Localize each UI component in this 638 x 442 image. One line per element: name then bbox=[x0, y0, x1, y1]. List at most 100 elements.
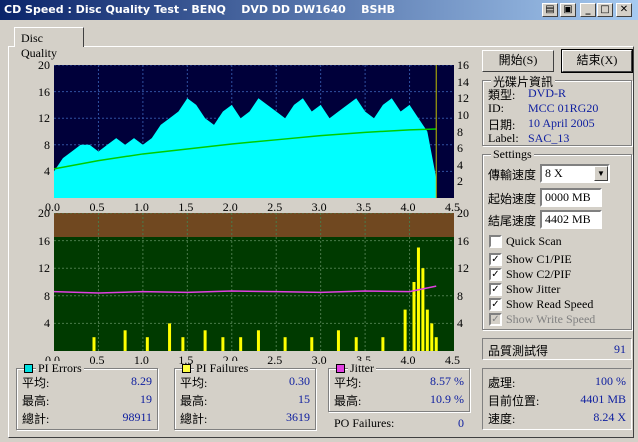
y2-tick-label: 12 bbox=[457, 91, 469, 106]
pi-errors-max-label: 最高: bbox=[22, 394, 50, 408]
speed-label: 傳輸速度 bbox=[488, 168, 537, 182]
pi-errors-plot bbox=[53, 64, 454, 198]
pi-failure-bar bbox=[123, 330, 127, 351]
position-label: 目前位置: bbox=[488, 394, 540, 408]
app-window: CD Speed : Disc Quality Test - BENQ DVD … bbox=[0, 0, 638, 442]
process-label: 處理: bbox=[488, 376, 516, 390]
settings-title: Settings bbox=[491, 147, 534, 162]
pi-failure-bar bbox=[310, 337, 314, 351]
y2-tick-label: 12 bbox=[457, 261, 469, 276]
x-tick-label: 4.5 bbox=[445, 353, 460, 367]
date-value: 10 April 2005 bbox=[528, 116, 595, 130]
start-speed-input[interactable]: 0000 MB bbox=[540, 188, 602, 207]
pi-failure-bar bbox=[434, 337, 438, 351]
save-icon[interactable]: ▣ bbox=[560, 3, 576, 17]
copy-icon[interactable]: ▤ bbox=[542, 3, 558, 17]
type-value: DVD-R bbox=[528, 86, 566, 100]
y-tick-label: 8 bbox=[44, 137, 50, 152]
end-speed-label: 結尾速度 bbox=[488, 214, 537, 228]
show-read-checkbox[interactable]: ✓ bbox=[489, 298, 502, 311]
stop-button[interactable]: 結束(X) bbox=[561, 49, 633, 73]
start-speed-label: 起始速度 bbox=[488, 192, 537, 206]
tab-disc-quality[interactable]: Disc Quality bbox=[14, 27, 84, 60]
maximize-button[interactable]: □ bbox=[597, 3, 613, 17]
pi-failure-bar bbox=[239, 337, 243, 351]
id-value: MCC 01RG20 bbox=[528, 101, 599, 115]
y-tick-label: 16 bbox=[38, 233, 50, 248]
x-tick-label: 3.0 bbox=[311, 353, 327, 367]
pi-failures-avg: 0.30 bbox=[289, 374, 310, 388]
x-tick-label: 1.0 bbox=[133, 353, 149, 367]
jitter-swatch bbox=[336, 364, 345, 373]
pi-failure-bar bbox=[381, 337, 385, 351]
show-jitter-checkbox[interactable]: ✓ bbox=[489, 283, 502, 296]
show-c2-checkbox[interactable]: ✓ bbox=[489, 268, 502, 281]
pi-errors-total: 98911 bbox=[122, 410, 152, 424]
show-c2-label: Show C2/PIF bbox=[506, 267, 572, 281]
show-jitter-label: Show Jitter bbox=[506, 282, 561, 296]
y2-tick-label: 2 bbox=[457, 174, 463, 189]
pi-failures-max: 15 bbox=[298, 392, 310, 406]
title-bar: CD Speed : Disc Quality Test - BENQ DVD … bbox=[0, 0, 638, 20]
quality-score-value: 91 bbox=[614, 342, 626, 356]
po-failures-label: PO Failures: bbox=[334, 416, 395, 430]
pi-failure-bar bbox=[336, 330, 340, 351]
jitter-max: 10.9 % bbox=[430, 392, 464, 406]
y2-tick-label: 14 bbox=[457, 74, 469, 89]
pi-failures-total: 3619 bbox=[286, 410, 310, 424]
y2-tick-label: 20 bbox=[457, 206, 469, 220]
show-c1-checkbox[interactable]: ✓ bbox=[489, 253, 502, 266]
label-value: SAC_13 bbox=[528, 131, 570, 145]
chevron-down-icon[interactable]: ▼ bbox=[594, 166, 608, 181]
pi-failure-bar bbox=[168, 323, 172, 351]
quick-scan-checkbox[interactable] bbox=[489, 235, 502, 248]
id-label: ID: bbox=[488, 101, 504, 115]
pi-failure-bar bbox=[416, 247, 420, 351]
process-value: 100 % bbox=[595, 374, 626, 388]
y2-tick-label: 6 bbox=[457, 141, 463, 156]
y-tick-label: 4 bbox=[44, 316, 50, 331]
y2-tick-label: 8 bbox=[457, 288, 463, 303]
show-write-label: Show Write Speed bbox=[506, 312, 596, 326]
x-tick-label: 2.5 bbox=[267, 353, 283, 367]
pi-failure-bar bbox=[403, 309, 407, 351]
jitter-avg-label: 平均: bbox=[334, 376, 362, 390]
y2-tick-label: 4 bbox=[457, 157, 463, 172]
show-c1-label: Show C1/PIE bbox=[506, 252, 572, 266]
y-tick-label: 12 bbox=[38, 261, 50, 276]
pi-errors-area bbox=[54, 98, 437, 198]
pi-failure-bar bbox=[283, 337, 287, 351]
pi-failures-avg-label: 平均: bbox=[180, 376, 208, 390]
pi-failure-bar bbox=[354, 337, 358, 351]
minimize-button[interactable]: _ bbox=[580, 3, 596, 17]
pi-errors-avg: 8.29 bbox=[131, 374, 152, 388]
speed-select-value: 8 X bbox=[545, 166, 563, 180]
y2-tick-label: 16 bbox=[457, 58, 469, 72]
end-speed-input[interactable]: 4402 MB bbox=[540, 210, 602, 229]
pi-errors-chart bbox=[53, 64, 454, 198]
y-tick-label: 20 bbox=[38, 206, 50, 220]
show-read-label: Show Read Speed bbox=[506, 297, 594, 311]
pi-failure-bar bbox=[430, 323, 434, 351]
speed-readout-label: 速度: bbox=[488, 412, 516, 426]
pi-failure-bar bbox=[181, 337, 185, 351]
y-tick-label: 12 bbox=[38, 111, 50, 126]
window-title: CD Speed : Disc Quality Test - BENQ DVD … bbox=[4, 3, 395, 16]
pi-failure-bar bbox=[92, 337, 96, 351]
speed-readout-value: 8.24 X bbox=[593, 410, 626, 424]
y-tick-label: 16 bbox=[38, 84, 50, 99]
pi-failures-total-label: 總計: bbox=[180, 412, 208, 426]
pi-failure-bar bbox=[203, 330, 207, 351]
speed-select[interactable]: 8 X ▼ bbox=[540, 164, 610, 183]
po-failures-value: 0 bbox=[458, 416, 464, 430]
pi-errors-total-label: 總計: bbox=[22, 412, 50, 426]
start-button[interactable]: 開始(S) bbox=[482, 50, 554, 72]
pi-failure-bar bbox=[145, 337, 149, 351]
quality-score-label: 品質測試得 bbox=[488, 344, 549, 358]
y-tick-label: 4 bbox=[44, 164, 50, 179]
pi-failure-bar bbox=[221, 337, 225, 351]
pi-failure-bar bbox=[412, 282, 416, 351]
show-write-checkbox: ✓ bbox=[489, 313, 502, 326]
pi-failures-swatch bbox=[182, 364, 191, 373]
close-button[interactable]: ✕ bbox=[616, 3, 632, 17]
